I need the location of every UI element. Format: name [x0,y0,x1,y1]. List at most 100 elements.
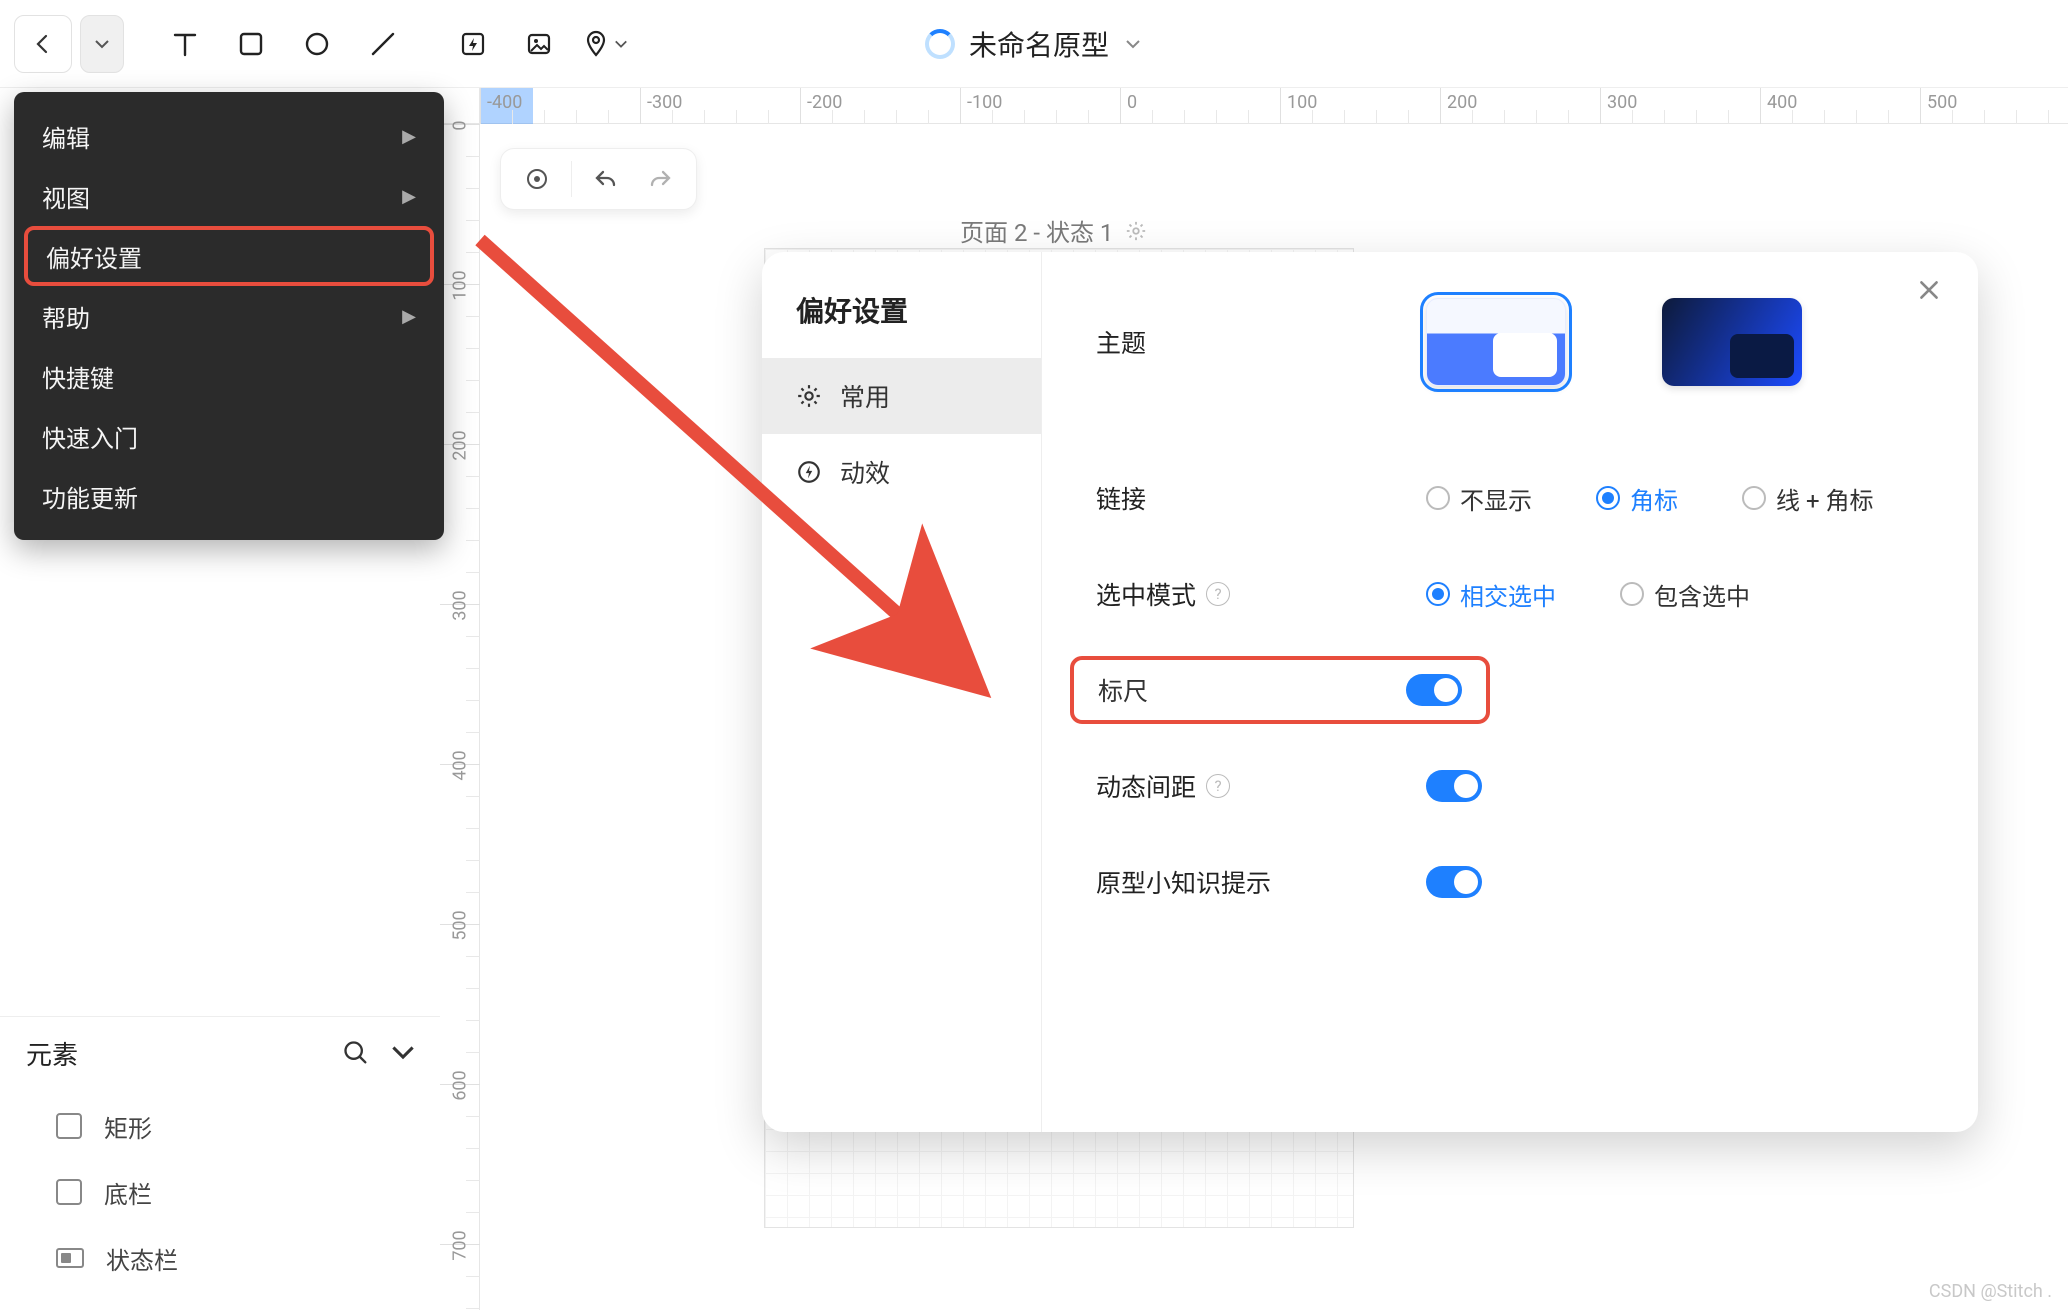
gear-icon [1125,220,1147,242]
menu-item-label: 快速入门 [42,419,138,454]
line-tool[interactable] [354,15,412,73]
line-icon [368,29,398,59]
square-icon [56,1113,82,1139]
target-icon [524,166,550,192]
menu-item-label: 偏好设置 [46,239,142,274]
loading-spinner-icon [925,29,955,59]
floating-toolbar [500,148,697,210]
select-mode-intersect[interactable]: 相交选中 [1426,577,1556,612]
preferences-body: 主题 链接 不显示 角标 线 + 角标 选中模式 ? 相交选 [1042,252,1978,1132]
chevron-right-icon: ▶ [402,126,416,147]
menu-item-label: 快捷键 [42,359,114,394]
element-item-status-bar[interactable]: 状态栏 [0,1225,440,1291]
page-state-label[interactable]: 页面 2 - 状态 1 [960,213,1147,248]
pref-row-tips: 原型小知识提示 [1096,834,1924,930]
pref-row-ruler: 标尺 [1096,642,1924,738]
circle-tool[interactable] [288,15,346,73]
option-label: 线 + 角标 [1776,481,1874,516]
pref-label: 选中模式 ? [1096,576,1306,612]
pin-tool[interactable] [576,15,634,73]
theme-option-light[interactable] [1426,298,1566,386]
menu-item-label: 功能更新 [42,479,138,514]
redo-icon [647,166,673,192]
link-option-none[interactable]: 不显示 [1426,481,1532,516]
elements-header: 元素 [0,1017,440,1089]
image-tool[interactable] [510,15,568,73]
tips-toggle[interactable] [1426,866,1482,898]
menu-item-preferences[interactable]: 偏好设置 [24,226,434,286]
pref-label: 标尺 [1098,672,1148,708]
pref-tab-animation[interactable]: 动效 [762,434,1041,510]
select-mode-contain[interactable]: 包含选中 [1620,577,1750,612]
redo-button[interactable] [636,155,684,203]
menu-item-label: 帮助 [42,299,90,334]
ruler-horizontal[interactable]: -400-300-200-1000100200300400500600700 [480,88,2068,124]
pref-label: 链接 [1096,480,1306,516]
element-label: 矩形 [104,1109,152,1144]
option-label: 包含选中 [1654,577,1750,612]
status-bar-icon [56,1248,84,1268]
menu-item-help[interactable]: 帮助 ▶ [14,286,444,346]
element-item-bottom-bar[interactable]: 底栏 [0,1159,440,1225]
menu-dropdown-button[interactable] [80,15,124,73]
search-icon[interactable] [342,1039,370,1067]
ruler-corner [440,88,480,124]
pref-tab-general[interactable]: 常用 [762,358,1041,434]
back-button[interactable] [14,15,72,73]
menu-item-changelog[interactable]: 功能更新 [14,466,444,526]
undo-icon [593,166,619,192]
option-label: 相交选中 [1460,577,1556,612]
spacing-toggle[interactable] [1426,770,1482,802]
pin-icon [582,29,610,59]
image-icon [524,29,554,59]
rectangle-tool[interactable] [222,15,280,73]
caret-down-icon [94,36,110,52]
menu-item-label: 编辑 [42,119,90,154]
preferences-sidebar: 偏好设置 常用 动效 [762,252,1042,1132]
pref-label: 原型小知识提示 [1096,864,1356,900]
help-icon[interactable]: ? [1206,774,1230,798]
link-option-badge[interactable]: 角标 [1596,481,1678,516]
option-label: 角标 [1630,481,1678,516]
elements-panel: 元素 矩形 底栏 状态栏 [0,1016,440,1310]
bolt-circle-icon [796,459,822,485]
undo-button[interactable] [582,155,630,203]
element-label: 状态栏 [106,1241,178,1276]
pref-row-spacing: 动态间距 ? [1096,738,1924,834]
pref-row-link: 链接 不显示 角标 线 + 角标 [1096,450,1924,546]
elements-title: 元素 [26,1035,78,1072]
pref-tab-label: 动效 [840,454,890,490]
gear-icon [796,383,822,409]
pref-row-select-mode: 选中模式 ? 相交选中 包含选中 [1096,546,1924,642]
element-item-rect[interactable]: 矩形 [0,1093,440,1159]
menu-item-shortcuts[interactable]: 快捷键 [14,346,444,406]
caret-down-icon [1123,36,1143,52]
menu-item-edit[interactable]: 编辑 ▶ [14,106,444,166]
doc-title-wrap[interactable]: 未命名原型 [925,24,1143,64]
option-label: 不显示 [1460,481,1532,516]
pref-label-text: 选中模式 [1096,576,1196,612]
close-button[interactable] [1916,276,1942,311]
preferences-dialog: 偏好设置 常用 动效 主题 链接 [762,252,1978,1132]
chevron-down-icon[interactable] [392,1044,414,1062]
menu-item-view[interactable]: 视图 ▶ [14,166,444,226]
chevron-right-icon: ▶ [402,306,416,327]
element-label: 底栏 [104,1175,152,1210]
recenter-button[interactable] [513,155,561,203]
lightning-tool[interactable] [444,15,502,73]
link-option-line-badge[interactable]: 线 + 角标 [1742,481,1874,516]
menu-item-quickstart[interactable]: 快速入门 [14,406,444,466]
ruler-vertical[interactable]: 0100200300400500600700800 [440,124,480,1310]
elements-list: 矩形 底栏 状态栏 [0,1089,440,1295]
help-icon[interactable]: ? [1206,582,1230,606]
pref-tab-label: 常用 [840,378,890,414]
caret-down-icon [614,37,628,51]
pref-row-theme: 主题 [1096,294,1924,390]
circle-icon [302,29,332,59]
square-icon [56,1179,82,1205]
page-state-text: 页面 2 - 状态 1 [960,213,1113,248]
ruler-toggle[interactable] [1406,674,1462,706]
theme-option-dark[interactable] [1662,298,1802,386]
text-tool[interactable] [156,15,214,73]
close-icon [1916,277,1942,303]
